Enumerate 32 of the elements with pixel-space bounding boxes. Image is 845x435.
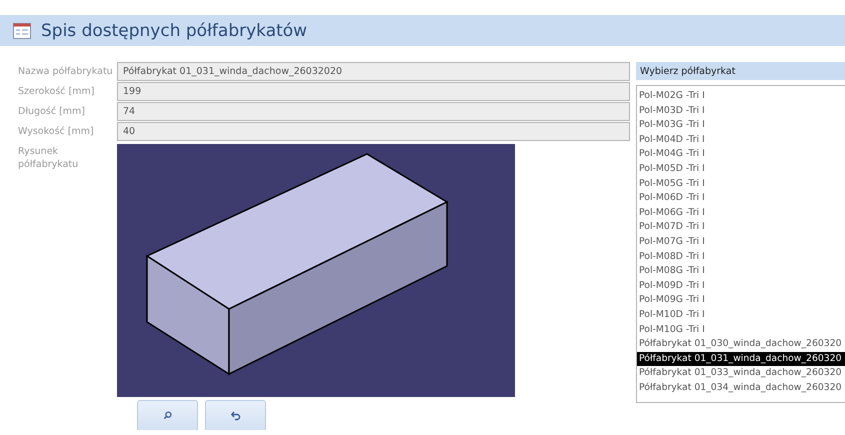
list-item[interactable]: Półfabrykat 01_030_winda_dachow_260320: [637, 337, 845, 352]
list-item[interactable]: Pol-M03G -Tri I: [637, 118, 845, 133]
text-field[interactable]: Półfabrykat 01_031_winda_dachow_26032020: [117, 62, 630, 81]
form-title: Spis dostępnych półfabrykatów: [41, 20, 308, 40]
list-item[interactable]: Pol-M08G -Tri I: [637, 264, 845, 279]
list-item[interactable]: Pol-M08D -Tri I: [637, 250, 845, 264]
list-item[interactable]: Pol-M03D -Tri I: [637, 104, 845, 118]
list-item[interactable]: Pol-M04G -Tri I: [637, 147, 845, 162]
list-item[interactable]: Pol-M05G -Tri I: [637, 176, 845, 192]
field-label: Długość [mm]: [18, 105, 86, 118]
list-item[interactable]: Półfabrykat 01_031_winda_dachow_260320: [637, 352, 845, 366]
list-title: Wybierz półfabyrkat: [636, 62, 845, 80]
text-field[interactable]: 199: [117, 82, 630, 101]
list-item[interactable]: Pol-M07G -Tri I: [637, 234, 845, 250]
list-item[interactable]: Pol-M10D -Tri I: [637, 308, 845, 322]
list-item[interactable]: Pol-M09D -Tri I: [637, 278, 845, 294]
text-field[interactable]: 74: [117, 102, 630, 121]
list-item[interactable]: Pol-M05D -Tri I: [637, 162, 845, 177]
list-item[interactable]: Pol-M07D -Tri I: [637, 220, 845, 235]
list-item[interactable]: Pol-M02G -Tri I: [637, 89, 845, 104]
list-item[interactable]: Pol-M06D -Tri I: [637, 191, 845, 206]
list-item[interactable]: Półfabrykat 01_033_winda_dachow_260320: [637, 366, 845, 381]
field-label: Wysokość [mm]: [18, 125, 95, 138]
field-label: Szerokość [mm]: [18, 85, 96, 98]
field-label: Rysunek półfabrykatu: [18, 145, 80, 171]
list-item[interactable]: Półfabrykat 01_034_winda_dachow_260320: [637, 380, 845, 396]
field-label: Nazwa półfabrykatu: [18, 65, 114, 78]
list-item[interactable]: Pol-M10G -Tri I: [637, 322, 845, 338]
list-item[interactable]: Pol-M06G -Tri I: [637, 206, 845, 220]
list-item[interactable]: Pol-M09G -Tri I: [637, 293, 845, 308]
text-field[interactable]: 40: [117, 122, 630, 141]
list-item[interactable]: Pol-M04D -Tri I: [637, 132, 845, 148]
